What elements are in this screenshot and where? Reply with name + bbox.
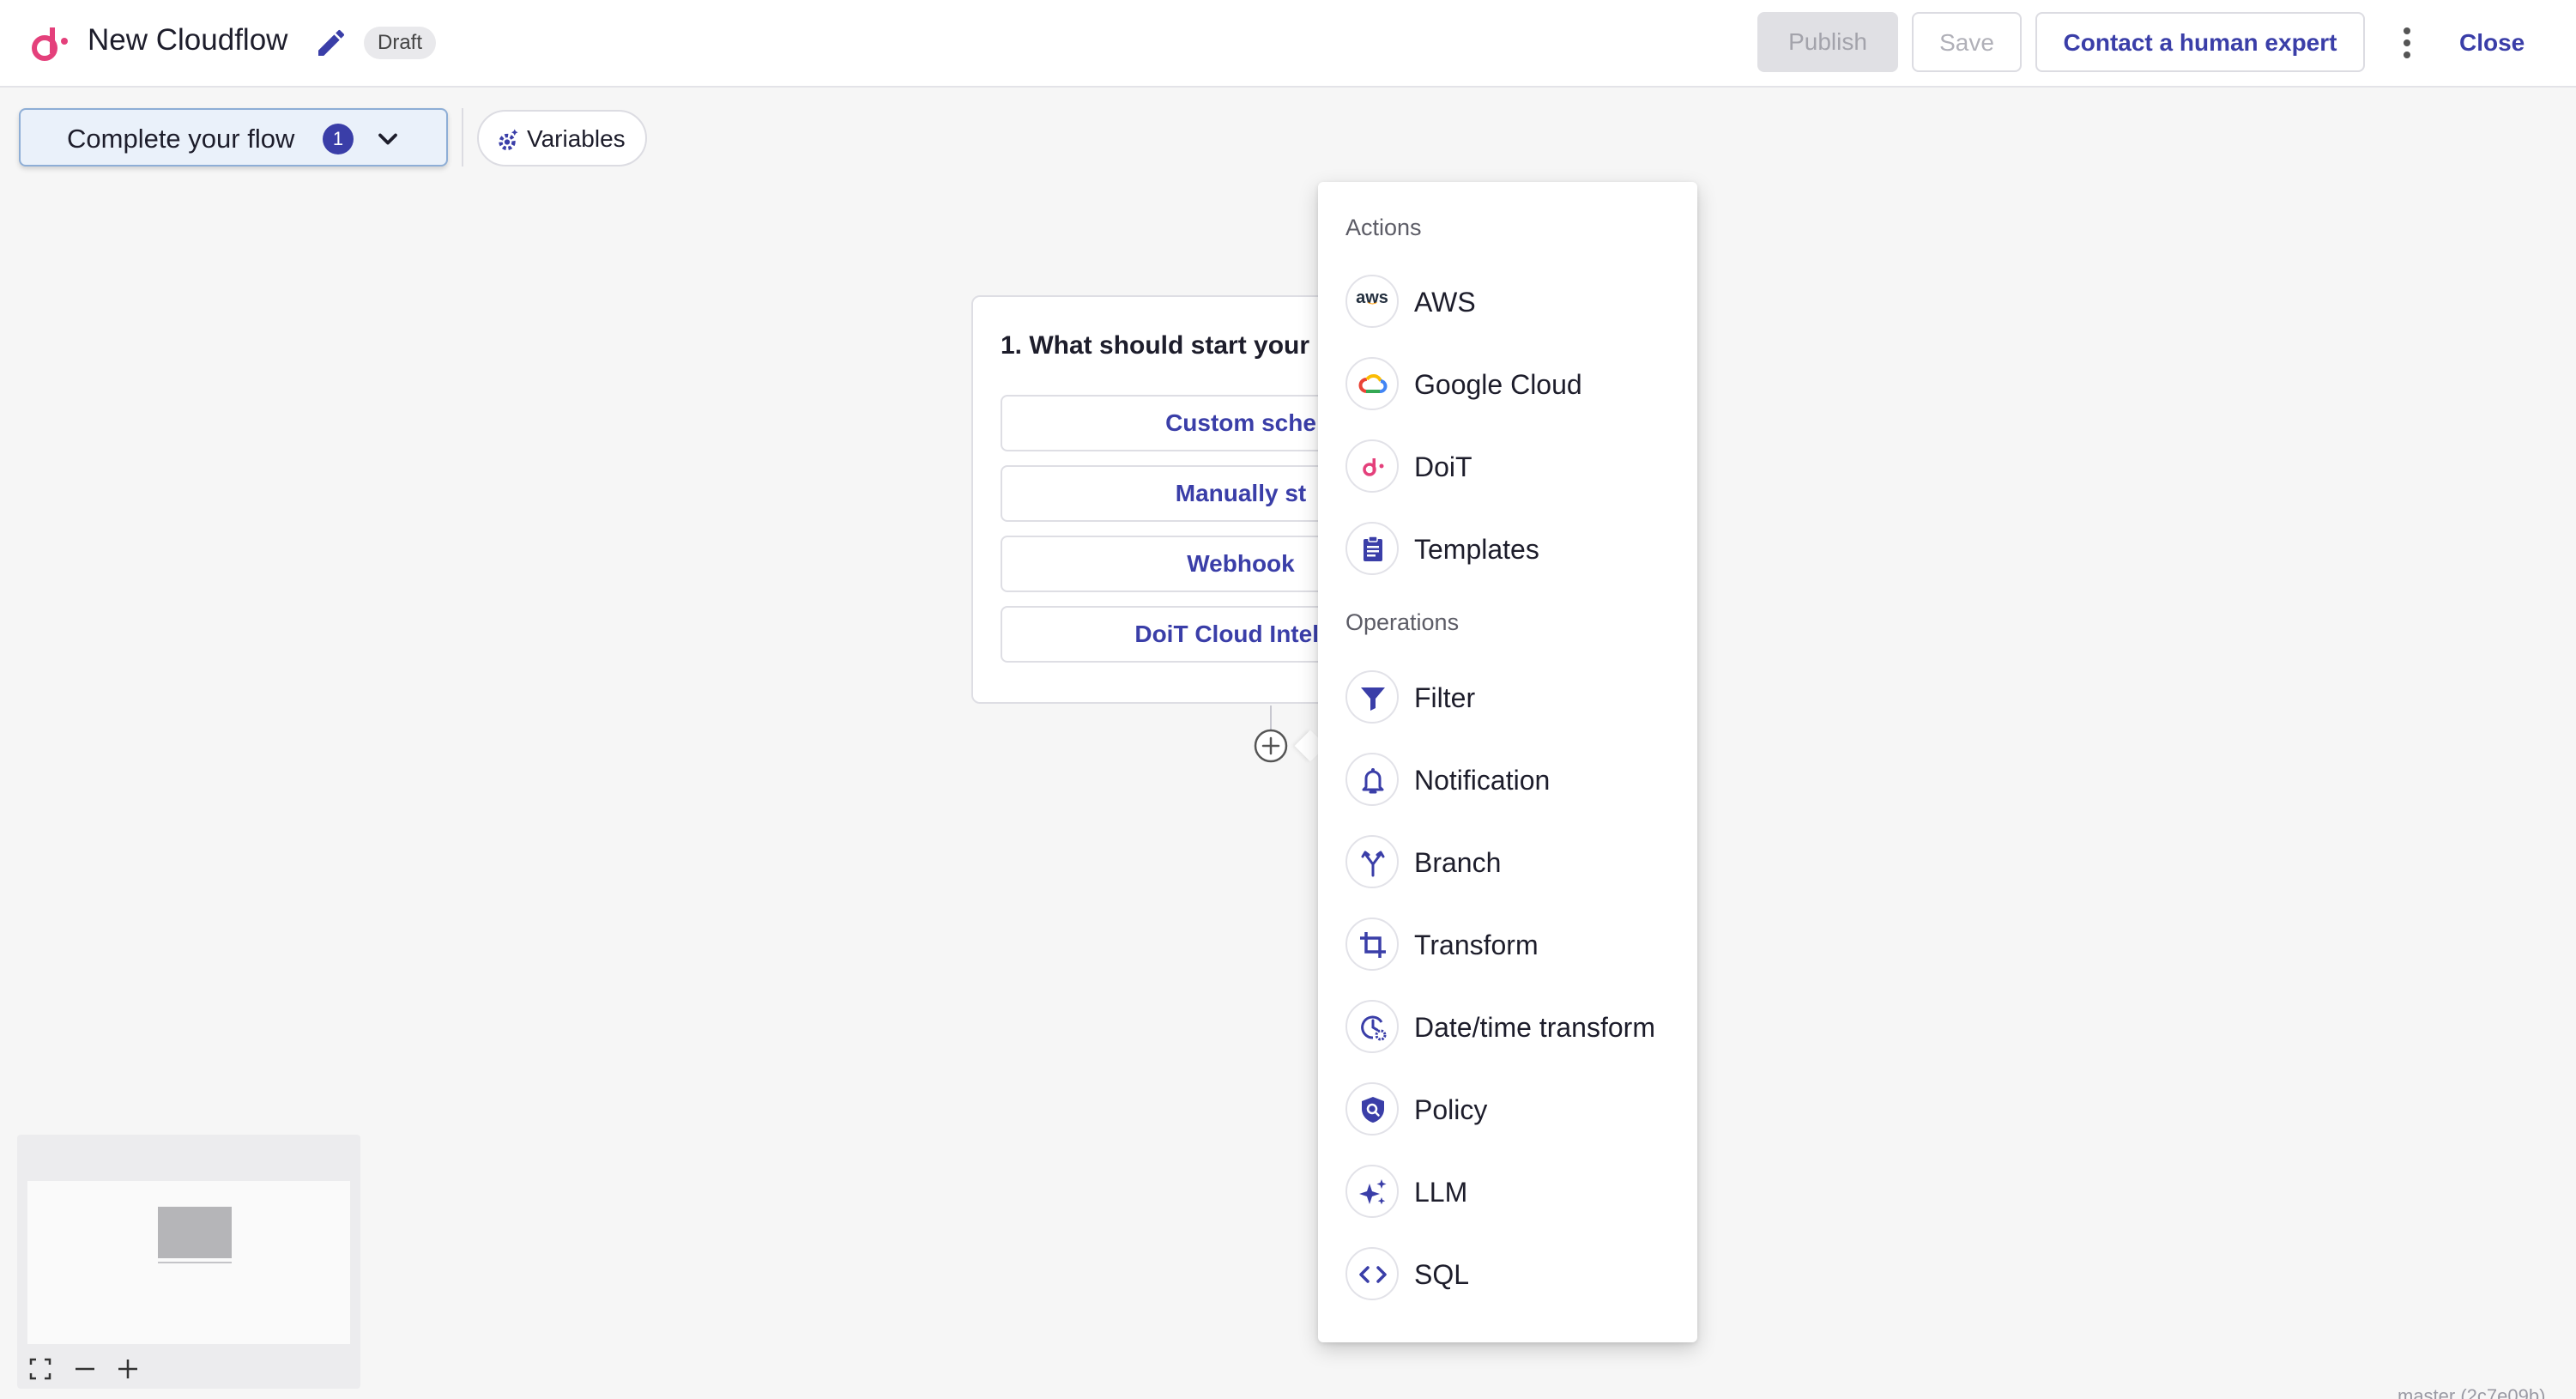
publish-button[interactable]: Publish <box>1757 12 1898 72</box>
zoom-out-icon[interactable] <box>72 1356 98 1382</box>
code-icon <box>1345 1247 1399 1300</box>
complete-flow-dropdown[interactable]: Complete your flow 1 <box>19 108 448 167</box>
menu-item-label: LLM <box>1414 1177 1468 1208</box>
doit-icon <box>1345 439 1399 493</box>
menu-item-notification[interactable]: Notification <box>1318 742 1697 816</box>
menu-item-label: Date/time transform <box>1414 1012 1655 1043</box>
minimap[interactable] <box>17 1135 360 1389</box>
menu-item-sql[interactable]: SQL <box>1318 1237 1697 1311</box>
menu-item-label: SQL <box>1414 1259 1470 1290</box>
sparkle-icon <box>1345 1165 1399 1218</box>
menu-item-llm[interactable]: LLM <box>1318 1154 1697 1228</box>
menu-item-policy[interactable]: Policy <box>1318 1072 1697 1146</box>
menu-item-label: Branch <box>1414 847 1502 878</box>
zoom-in-icon[interactable] <box>115 1356 141 1382</box>
complete-flow-label: Complete your flow <box>67 124 295 154</box>
menu-item-datetime-transform[interactable]: Date/time transform <box>1318 990 1697 1063</box>
menu-item-templates[interactable]: Templates <box>1318 512 1697 585</box>
pencil-icon[interactable] <box>314 26 348 60</box>
google-cloud-icon <box>1345 357 1399 410</box>
shield-search-icon <box>1345 1082 1399 1136</box>
gear-sparkle-icon <box>499 129 518 151</box>
variables-label: Variables <box>527 125 626 152</box>
save-button[interactable]: Save <box>1912 12 2022 72</box>
crop-icon <box>1345 918 1399 971</box>
more-options-icon[interactable] <box>2394 24 2420 62</box>
menu-item-doit[interactable]: DoiT <box>1318 429 1697 503</box>
status-badge: Draft <box>364 27 437 59</box>
menu-item-label: DoiT <box>1414 451 1472 482</box>
section-operations: Operations <box>1345 609 1460 635</box>
menu-item-label: Templates <box>1414 534 1539 565</box>
bell-icon <box>1345 753 1399 806</box>
section-actions: Actions <box>1345 215 1422 240</box>
menu-item-label: Transform <box>1414 930 1539 960</box>
fit-view-icon[interactable] <box>27 1356 53 1382</box>
add-step-menu: Actions aws AWS Google Cloud DoiT Templa… <box>1318 182 1697 1342</box>
menu-item-aws[interactable]: aws AWS <box>1318 264 1697 338</box>
variables-button[interactable]: Variables <box>477 110 647 167</box>
node-title: 1. What should start your <box>1001 331 1310 360</box>
aws-icon: aws <box>1345 275 1399 328</box>
menu-item-label: Google Cloud <box>1414 369 1582 400</box>
clock-gear-icon <box>1345 1000 1399 1053</box>
top-bar: New Cloudflow Draft Publish Save Contact… <box>0 0 2576 88</box>
menu-item-label: AWS <box>1414 287 1476 318</box>
clipboard-icon <box>1345 522 1399 575</box>
close-button[interactable]: Close <box>2459 26 2525 60</box>
menu-item-label: Policy <box>1414 1094 1488 1125</box>
doit-logo-icon[interactable] <box>27 22 70 65</box>
menu-item-label: Filter <box>1414 682 1476 713</box>
minimap-viewport[interactable] <box>27 1181 350 1344</box>
menu-item-transform[interactable]: Transform <box>1318 907 1697 981</box>
cloudflow-editor: New Cloudflow Draft Publish Save Contact… <box>0 0 2576 1399</box>
add-step-icon[interactable] <box>1253 728 1289 764</box>
filter-icon <box>1345 670 1399 724</box>
branch-icon <box>1345 835 1399 888</box>
minimap-node <box>158 1207 232 1258</box>
menu-item-branch[interactable]: Branch <box>1318 825 1697 899</box>
menu-item-label: Notification <box>1414 765 1551 796</box>
menu-item-google-cloud[interactable]: Google Cloud <box>1318 347 1697 421</box>
flow-title: New Cloudflow <box>88 23 288 57</box>
chevron-down-icon <box>378 133 397 145</box>
toolbar-divider <box>462 108 463 167</box>
count-badge: 1 <box>323 124 354 154</box>
menu-item-filter[interactable]: Filter <box>1318 660 1697 734</box>
contact-expert-button[interactable]: Contact a human expert <box>2035 12 2365 72</box>
minimap-node-line <box>158 1262 232 1263</box>
version-label: master (2c7e09b) <box>2398 1385 2546 1399</box>
